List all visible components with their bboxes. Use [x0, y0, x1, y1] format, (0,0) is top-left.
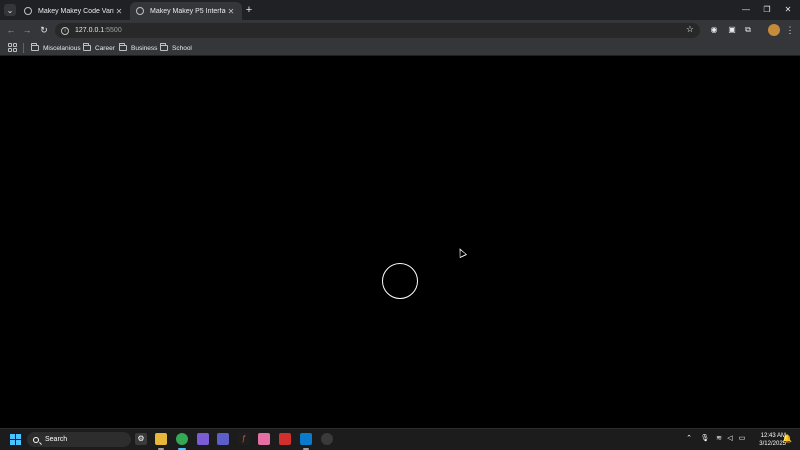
tab-close-button[interactable]: ✕: [226, 7, 236, 16]
browser-menu-icon[interactable]: ⋮: [785, 24, 795, 36]
bookmark-folder-business[interactable]: Business: [119, 42, 157, 54]
chrome-canary-icon[interactable]: [321, 433, 333, 445]
copilot-app-icon[interactable]: [197, 433, 209, 445]
profile-avatar[interactable]: [768, 24, 780, 36]
browser-toolbar: ← → ↻ i 127.0.0.1:5500 ☆ ◉ ▣ ⧉ ⋮: [0, 20, 800, 40]
reload-button[interactable]: ↻: [37, 23, 51, 37]
photos-app-icon[interactable]: [258, 433, 270, 445]
clock-time: 12:43 AM: [760, 433, 786, 439]
new-tab-button[interactable]: +: [243, 3, 255, 17]
search-icon: [33, 436, 39, 443]
forward-arrow-icon: →: [22, 25, 32, 35]
file-explorer-icon[interactable]: [155, 433, 167, 450]
restore-button[interactable]: ❐: [757, 3, 777, 17]
teams-app-icon[interactable]: [217, 433, 229, 445]
globe-icon: [24, 7, 32, 15]
bookmark-star-icon[interactable]: ☆: [686, 24, 694, 35]
battery-icon[interactable]: ▭: [737, 434, 747, 444]
taskbar-clock[interactable]: 12:43 AM 3/12/2025: [748, 432, 786, 448]
chrome-browser-icon[interactable]: [176, 433, 188, 450]
microphone-icon[interactable]: 🎙: [700, 434, 710, 444]
back-arrow-icon: ←: [6, 25, 16, 35]
clock-date: 3/12/2025: [759, 441, 786, 447]
p5-circle-shape: [382, 263, 418, 299]
tray-chevron-up-icon[interactable]: ⌃: [684, 434, 694, 444]
figma-app-icon[interactable]: ƒ: [238, 433, 250, 445]
taskbar-search-box[interactable]: Search: [27, 432, 131, 447]
bookmarks-separator: [23, 43, 24, 53]
p5-canvas[interactable]: [0, 57, 800, 428]
bookmark-folder-miscelanious[interactable]: Miscelanious: [31, 42, 81, 54]
folder-icon: [31, 43, 39, 51]
bookmark-folder-career[interactable]: Career: [83, 42, 115, 54]
minimize-button[interactable]: —: [736, 3, 756, 17]
bookmark-label: School: [172, 44, 192, 52]
tab-makey-code-variations[interactable]: Makey Makey Code Variations ✕: [18, 2, 130, 20]
volume-icon[interactable]: ◁: [725, 434, 735, 444]
acrobat-app-icon[interactable]: [279, 433, 291, 445]
bookmark-folder-school[interactable]: School: [160, 42, 192, 54]
reload-icon: ↻: [40, 25, 48, 35]
mouse-cursor-icon: [456, 246, 468, 259]
bookmark-label: Career: [95, 44, 115, 52]
folder-icon: [83, 43, 91, 51]
apps-grid-icon[interactable]: [8, 43, 17, 52]
window-close-button[interactable]: ✕: [778, 3, 798, 17]
windows-start-icon[interactable]: [10, 434, 21, 445]
windows-taskbar: Search ⚙ ƒ ⌃ 🎙 ≋ ◁ ▭ 12:43 AM 3/12/2025 …: [0, 428, 800, 450]
taskbar-search-label: Search: [45, 436, 68, 443]
extension-pinned-icon[interactable]: ▣: [726, 24, 738, 36]
bookmark-label: Miscelanious: [43, 44, 81, 52]
address-host: 127.0.0.1: [75, 27, 105, 34]
chevron-down-icon: ⌄: [6, 5, 14, 15]
notification-bell-icon[interactable]: 🔔: [782, 434, 792, 444]
tab-makey-p5-interface[interactable]: Makey Makey P5 Interface ✕: [130, 2, 242, 20]
globe-icon: [136, 7, 144, 15]
tab-title: Makey Makey P5 Interface: [150, 7, 226, 15]
wifi-icon[interactable]: ≋: [714, 434, 724, 444]
address-bar[interactable]: i 127.0.0.1:5500 ☆: [55, 23, 700, 38]
tab-search-button[interactable]: ⌄: [4, 4, 16, 16]
extension-copilot-icon[interactable]: ◉: [708, 24, 720, 36]
folder-icon: [160, 43, 168, 51]
forward-button[interactable]: →: [20, 23, 34, 37]
tab-strip: ⌄ Makey Makey Code Variations ✕ Makey Ma…: [0, 0, 800, 20]
back-button[interactable]: ←: [4, 23, 18, 37]
address-port: :5500: [104, 27, 122, 34]
bookmarks-bar: Miscelanious Career Business School: [0, 40, 800, 56]
site-info-icon[interactable]: i: [61, 26, 69, 35]
bookmark-label: Business: [131, 44, 158, 52]
settings-gear-icon[interactable]: ⚙: [135, 433, 147, 445]
tab-close-button[interactable]: ✕: [114, 7, 124, 16]
extensions-puzzle-icon[interactable]: ⧉: [742, 24, 754, 36]
folder-icon: [119, 43, 127, 51]
vscode-app-icon[interactable]: [300, 433, 312, 450]
tab-title: Makey Makey Code Variations: [38, 7, 114, 15]
